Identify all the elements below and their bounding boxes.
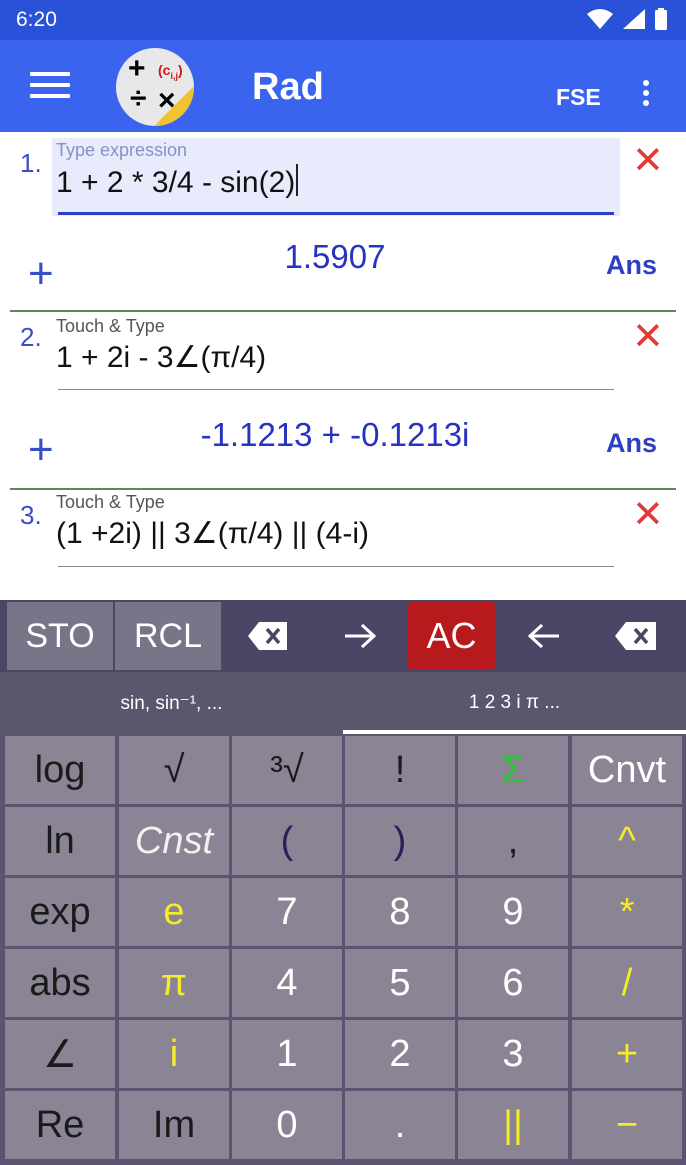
key-0[interactable]: 0 bbox=[232, 1091, 342, 1159]
delete-entry-icon[interactable]: ✕ bbox=[632, 496, 664, 534]
key-7[interactable]: 7 bbox=[232, 878, 342, 946]
hamburger-menu-icon[interactable] bbox=[30, 72, 70, 100]
result-value: -1.1213 + -0.1213i bbox=[200, 416, 470, 453]
format-button[interactable]: FSE bbox=[556, 84, 601, 111]
clear-field-icon[interactable] bbox=[230, 602, 306, 670]
ans-button[interactable]: Ans bbox=[606, 250, 657, 281]
status-bar: 6:20 bbox=[0, 0, 686, 40]
key-i[interactable]: i bbox=[119, 1020, 229, 1088]
wifi-icon bbox=[587, 9, 613, 29]
angle-mode-label[interactable]: Rad bbox=[252, 66, 324, 109]
key-log[interactable]: log bbox=[5, 736, 115, 804]
key-constants[interactable]: Cnst bbox=[119, 807, 229, 875]
key-angle[interactable]: ∠ bbox=[5, 1020, 115, 1088]
key-imag-part[interactable]: Im bbox=[119, 1091, 229, 1159]
key-divide[interactable]: / bbox=[572, 949, 682, 1017]
key-cube-root[interactable]: ³√ bbox=[232, 736, 342, 804]
signal-icon bbox=[623, 9, 645, 29]
more-options-icon[interactable] bbox=[640, 80, 652, 110]
key-grid: log √ ³√ ! Σ Cnvt ln Cnst ( ) , ^ exp e … bbox=[0, 734, 686, 1165]
key-5[interactable]: 5 bbox=[345, 949, 455, 1017]
expression-hint: Touch & Type bbox=[56, 316, 165, 336]
key-9[interactable]: 9 bbox=[458, 878, 568, 946]
expression-input[interactable]: 1 + 2i - 3∠(π/4) bbox=[56, 340, 266, 375]
key-8[interactable]: 8 bbox=[345, 878, 455, 946]
key-comma[interactable]: , bbox=[458, 807, 568, 875]
key-2[interactable]: 2 bbox=[345, 1020, 455, 1088]
ans-button[interactable]: Ans bbox=[606, 428, 657, 459]
key-real-part[interactable]: Re bbox=[5, 1091, 115, 1159]
key-factorial[interactable]: ! bbox=[345, 736, 455, 804]
entry-number: 3. bbox=[20, 500, 42, 530]
expression-entry-2: 2. Touch & Type 1 + 2i - 3∠(π/4) ✕ + -1.… bbox=[0, 314, 686, 490]
key-ln[interactable]: ln bbox=[5, 807, 115, 875]
key-6[interactable]: 6 bbox=[458, 949, 568, 1017]
expression-entry-1: 1. Type expression 1 + 2 * 3/4 - sin(2) … bbox=[0, 132, 686, 314]
result-value: 1.5907 bbox=[284, 238, 386, 275]
key-4[interactable]: 4 bbox=[232, 949, 342, 1017]
tab-functions[interactable]: sin, sin⁻¹, ... bbox=[0, 672, 343, 734]
expression-hint: Touch & Type bbox=[56, 492, 165, 512]
key-e[interactable]: e bbox=[119, 878, 229, 946]
keyboard-tabs: sin, sin⁻¹, ... 1 2 3 i π ... bbox=[0, 672, 686, 734]
key-open-paren[interactable]: ( bbox=[232, 807, 342, 875]
arrow-left-icon[interactable] bbox=[506, 602, 582, 670]
expression-hint: Type expression bbox=[56, 140, 188, 160]
entry-number: 1. bbox=[20, 148, 42, 178]
expression-input[interactable]: (1 +2i) || 3∠(π/4) || (4-i) bbox=[56, 516, 369, 551]
key-sum[interactable]: Σ bbox=[458, 736, 568, 804]
backspace-icon[interactable] bbox=[598, 602, 674, 670]
key-abs[interactable]: abs bbox=[5, 949, 115, 1017]
sto-button[interactable]: STO bbox=[7, 602, 113, 670]
key-convert[interactable]: Cnvt bbox=[572, 736, 682, 804]
tab-numbers[interactable]: 1 2 3 i π ... bbox=[343, 672, 686, 734]
key-1[interactable]: 1 bbox=[232, 1020, 342, 1088]
key-sqrt[interactable]: √ bbox=[119, 736, 229, 804]
key-minus[interactable]: − bbox=[572, 1091, 682, 1159]
key-multiply[interactable]: * bbox=[572, 878, 682, 946]
key-plus[interactable]: + bbox=[572, 1020, 682, 1088]
key-3[interactable]: 3 bbox=[458, 1020, 568, 1088]
key-decimal[interactable]: . bbox=[345, 1091, 455, 1159]
app-logo: + ÷ × (ci,j) bbox=[116, 48, 194, 126]
key-close-paren[interactable]: ) bbox=[345, 807, 455, 875]
entry-number: 2. bbox=[20, 322, 42, 352]
key-parallel[interactable]: || bbox=[458, 1091, 568, 1159]
key-exp[interactable]: exp bbox=[5, 878, 115, 946]
expression-entry-3: 3. Touch & Type (1 +2i) || 3∠(π/4) || (4… bbox=[0, 490, 686, 600]
expression-input[interactable]: 1 + 2 * 3/4 - sin(2) bbox=[56, 164, 299, 200]
rcl-button[interactable]: RCL bbox=[115, 602, 221, 670]
keyboard-action-row: STO RCL AC bbox=[0, 600, 686, 672]
key-pi[interactable]: π bbox=[119, 949, 229, 1017]
delete-entry-icon[interactable]: ✕ bbox=[632, 142, 664, 180]
battery-icon bbox=[655, 8, 667, 30]
key-power[interactable]: ^ bbox=[572, 807, 682, 875]
arrow-right-icon[interactable] bbox=[322, 602, 398, 670]
status-time: 6:20 bbox=[16, 8, 57, 31]
delete-entry-icon[interactable]: ✕ bbox=[632, 318, 664, 356]
all-clear-button[interactable]: AC bbox=[407, 602, 496, 670]
app-bar: + ÷ × (ci,j) Rad FSE bbox=[0, 40, 686, 132]
